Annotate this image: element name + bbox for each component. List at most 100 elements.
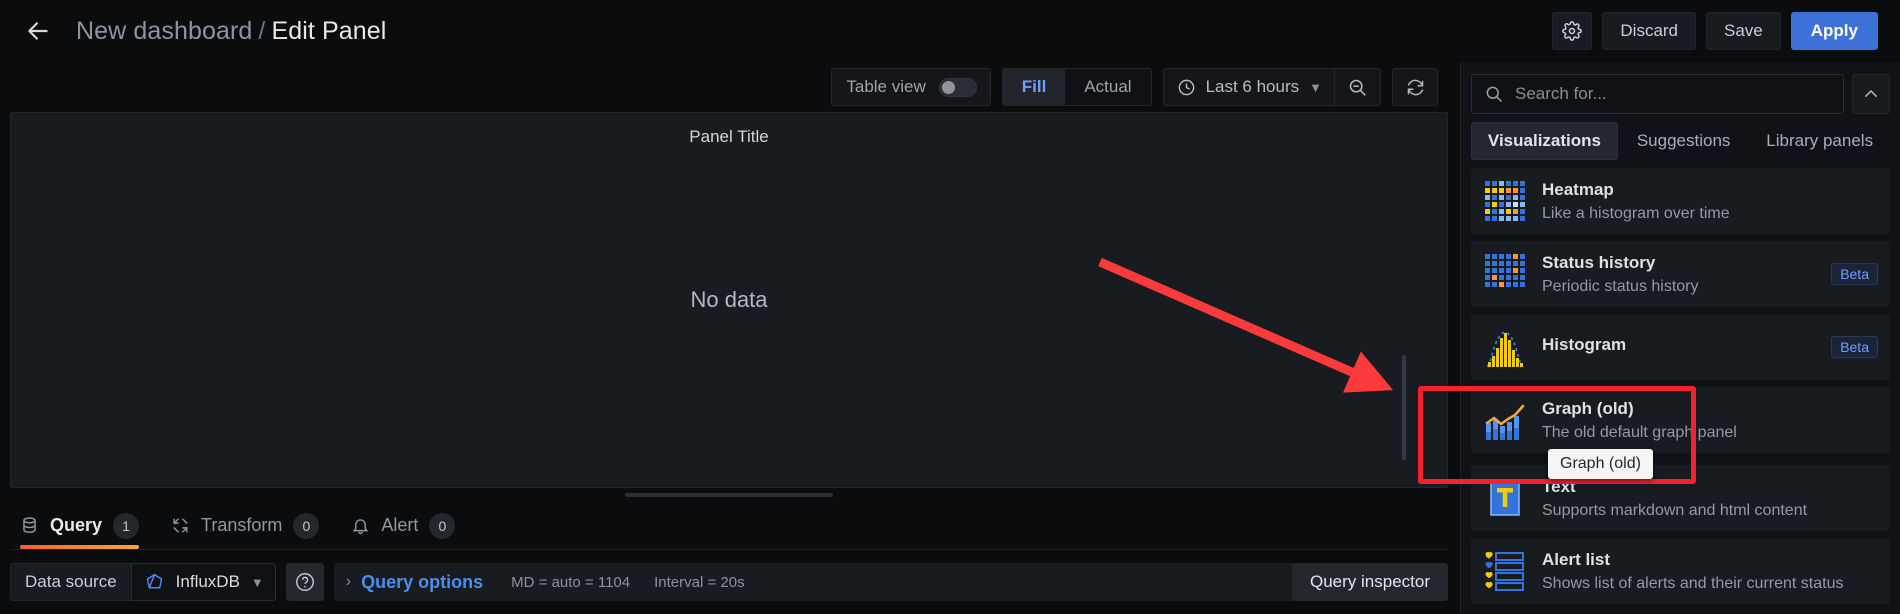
tab-transform[interactable]: Transform 0 xyxy=(161,502,341,549)
tab-library-panels[interactable]: Library panels xyxy=(1749,122,1890,160)
search-input[interactable] xyxy=(1515,84,1831,104)
viz-item-alert-list[interactable]: Alert list Shows list of alerts and thei… xyxy=(1471,538,1890,604)
viz-item-graph-old[interactable]: Graph (old) The old default graph panel xyxy=(1471,387,1890,453)
apply-button[interactable]: Apply xyxy=(1790,12,1878,50)
viz-item-name: Graph (old) xyxy=(1542,398,1634,418)
viz-item-status-history[interactable]: Status history Periodic status history B… xyxy=(1471,241,1890,307)
status-history-icon xyxy=(1483,252,1527,296)
table-view-label: Table view xyxy=(846,77,926,96)
clock-icon xyxy=(1178,79,1194,95)
viz-item-text: Heatmap Like a histogram over time xyxy=(1542,180,1878,223)
viz-item-desc: Supports markdown and html content xyxy=(1542,501,1808,519)
transform-icon xyxy=(171,516,190,535)
fit-mode-segmented-control: Fill Actual xyxy=(1001,68,1152,106)
viz-item-text: Text Supports markdown and html content xyxy=(1542,477,1878,520)
influxdb-icon xyxy=(146,573,162,588)
discard-button[interactable]: Discard xyxy=(1602,12,1697,50)
chevron-up-icon xyxy=(1865,90,1877,97)
tab-transform-badge: 0 xyxy=(293,512,320,539)
query-inspector-button[interactable]: Query inspector xyxy=(1292,563,1448,601)
chevron-down-icon: ▼ xyxy=(250,574,264,590)
viz-item-name: Text xyxy=(1542,476,1576,496)
breadcrumb: New dashboard / Edit Panel xyxy=(76,17,386,46)
search-icon xyxy=(1486,86,1503,103)
table-view-toggle[interactable] xyxy=(938,77,977,97)
query-options-md: MD = auto = 1104 xyxy=(511,573,631,591)
query-tab-bar: Query 1 Transform 0 Alert 0 xyxy=(10,502,1448,550)
sidebar-scrollbar[interactable] xyxy=(1402,355,1406,460)
viz-item-desc: Periodic status history xyxy=(1542,277,1699,295)
text-icon xyxy=(1483,476,1527,520)
alert-list-icon xyxy=(1483,549,1527,593)
tab-suggestions[interactable]: Suggestions xyxy=(1620,122,1747,160)
chevron-right-icon[interactable]: › xyxy=(346,573,351,591)
tab-alert-label: Alert xyxy=(381,515,419,535)
data-source-select[interactable]: InfluxDB ▼ xyxy=(130,563,276,601)
viz-item-name: Alert list xyxy=(1542,549,1611,569)
bell-icon xyxy=(351,516,370,535)
gear-icon xyxy=(1562,21,1583,41)
viz-item-text: Histogram xyxy=(1542,335,1808,360)
time-range-control: Last 6 hours ▼ xyxy=(1162,68,1381,106)
sidebar-search-row xyxy=(1461,62,1900,122)
fit-option-fill[interactable]: Fill xyxy=(1002,69,1066,105)
top-bar: New dashboard / Edit Panel Discard Save Ap… xyxy=(0,0,1900,62)
panel-toolbar: Table view Fill Actual Last 6 hours ▼ xyxy=(10,62,1448,112)
toggle-knob xyxy=(941,80,955,94)
viz-item-name: Heatmap xyxy=(1542,179,1614,199)
time-range-picker[interactable]: Last 6 hours ▼ xyxy=(1164,69,1335,105)
tab-query-label: Query xyxy=(50,515,103,535)
visualization-list: Heatmap Like a histogram over time Statu… xyxy=(1461,168,1900,614)
sidebar-tab-bar: Visualizations Suggestions Library panel… xyxy=(1461,122,1900,160)
visualization-panel: Panel Title No data xyxy=(10,112,1448,488)
breadcrumb-dashboard[interactable]: New dashboard xyxy=(76,17,252,45)
grafana-edit-panel: New dashboard / Edit Panel Discard Save Ap… xyxy=(0,0,1900,614)
query-options-row: Data source InfluxDB ▼ › Query options M… xyxy=(10,550,1448,614)
panel-no-data-message: No data xyxy=(690,287,768,312)
viz-item-text-panel[interactable]: Text Supports markdown and html content xyxy=(1471,465,1890,531)
viz-item-histogram[interactable]: Histogram Beta xyxy=(1471,314,1890,380)
viz-item-desc: Shows list of alerts and their current s… xyxy=(1542,574,1844,592)
visualization-sidebar: Visualizations Suggestions Library panel… xyxy=(1460,62,1900,614)
save-button[interactable]: Save xyxy=(1706,12,1781,50)
back-button[interactable] xyxy=(18,11,58,51)
query-options-interval: Interval = 20s xyxy=(654,573,745,591)
tab-visualizations[interactable]: Visualizations xyxy=(1471,122,1618,160)
viz-item-name: Status history xyxy=(1542,252,1656,272)
chevron-down-icon: ▼ xyxy=(1309,79,1322,95)
viz-item-heatmap[interactable]: Heatmap Like a histogram over time xyxy=(1471,168,1890,234)
fit-option-actual[interactable]: Actual xyxy=(1065,69,1150,105)
viz-item-name: Histogram xyxy=(1542,334,1627,354)
status-badge: Beta xyxy=(1831,263,1878,285)
query-options-toggle[interactable]: Query options xyxy=(361,572,483,593)
viz-item-desc: The old default graph panel xyxy=(1542,423,1737,441)
search-box[interactable] xyxy=(1471,74,1844,114)
status-badge: Beta xyxy=(1831,336,1878,358)
tab-query[interactable]: Query 1 xyxy=(10,502,161,549)
query-options-bar: › Query options MD = auto = 1104 Interva… xyxy=(333,563,1448,601)
zoom-out-button[interactable] xyxy=(1335,69,1380,105)
question-circle-icon xyxy=(295,573,314,591)
refresh-button[interactable] xyxy=(1392,68,1438,106)
data-source-label: Data source xyxy=(10,563,131,601)
tab-query-badge: 1 xyxy=(113,512,140,539)
pane-resize-handle[interactable] xyxy=(625,493,833,497)
heatmap-icon xyxy=(1483,179,1527,223)
viz-item-text: Status history Periodic status history xyxy=(1542,253,1808,296)
table-view-control[interactable]: Table view xyxy=(831,68,991,106)
refresh-icon xyxy=(1407,79,1423,95)
panel-settings-button[interactable] xyxy=(1552,12,1593,50)
tab-alert-badge: 0 xyxy=(429,512,456,539)
breadcrumb-current: Edit Panel xyxy=(271,16,387,45)
data-source-value: InfluxDB xyxy=(175,572,240,591)
arrow-left-icon xyxy=(28,22,48,40)
tab-transform-label: Transform xyxy=(201,515,283,535)
database-icon xyxy=(20,516,39,535)
sidebar-collapse-button[interactable] xyxy=(1852,74,1890,114)
graph-old-tooltip: Graph (old) xyxy=(1548,449,1653,479)
viz-item-text: Alert list Shows list of alerts and thei… xyxy=(1542,550,1878,593)
time-range-label: Last 6 hours xyxy=(1205,77,1300,96)
body: Table view Fill Actual Last 6 hours ▼ Pa… xyxy=(0,62,1900,614)
tab-alert[interactable]: Alert 0 xyxy=(341,502,477,549)
query-help-button[interactable] xyxy=(285,563,324,601)
